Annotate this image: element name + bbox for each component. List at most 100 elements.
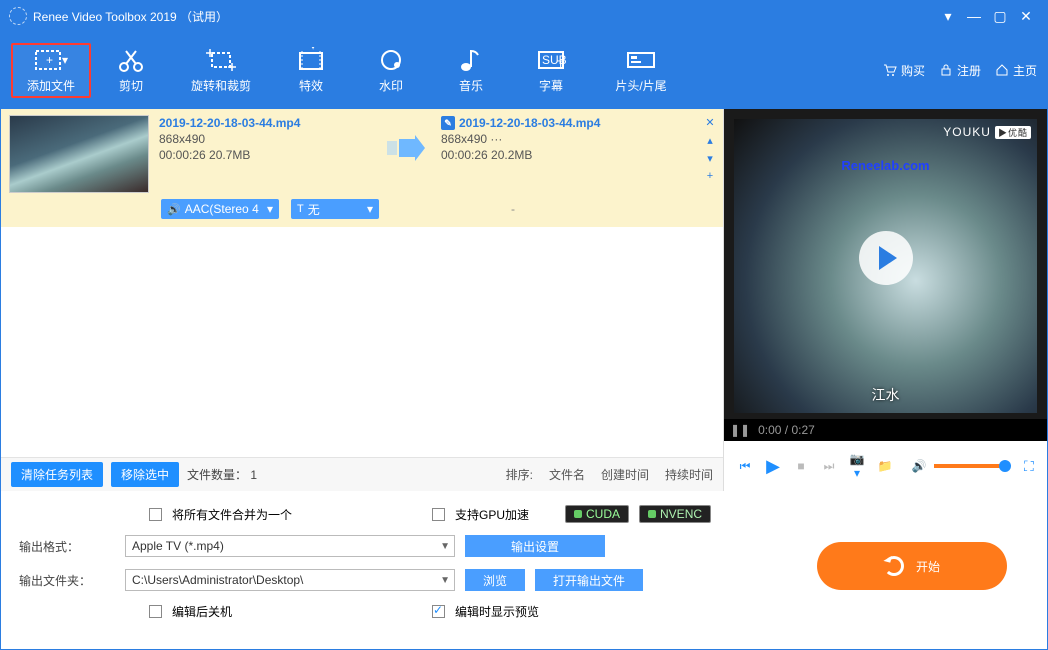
output-duration-size: 00:00:26 20.2MB <box>441 147 715 163</box>
cart-icon <box>883 63 897 77</box>
text-track-dropdown[interactable]: T 无▾ <box>291 199 379 219</box>
play-button[interactable]: ▶ <box>764 456 782 477</box>
source-file-info: 2019-12-20-18-03-44.mp4 868x490 00:00:26… <box>159 115 369 163</box>
close-button[interactable]: ✕ <box>1013 8 1039 25</box>
output-folder-input[interactable]: C:\Users\Administrator\Desktop\▼ <box>125 569 455 591</box>
effect-label: 特效 <box>299 77 323 94</box>
app-title: Renee Video Toolbox 2019 （试用） <box>33 8 228 25</box>
snapshot-button[interactable]: 📷▾ <box>848 452 866 480</box>
watermark-icon <box>374 47 408 73</box>
next-button[interactable]: ⏭ <box>820 459 838 474</box>
preview-logo-text: Reneelab.com <box>841 158 929 173</box>
maximize-button[interactable]: ▢ <box>987 8 1013 25</box>
watermark-button[interactable]: 水印 <box>351 47 431 94</box>
lock-icon <box>939 63 953 77</box>
preview-pause-icon: ❚❚ <box>730 423 750 437</box>
preview-controls: ⏮ ▶ ■ ⏭ 📷▾ 📁 🔊 ⛶ <box>724 441 1047 491</box>
merge-checkbox[interactable] <box>149 508 162 521</box>
video-preview[interactable]: YOUKU▶优酷 Reneelab.com 江水 ❚❚ 0:00 / 0:27 <box>724 109 1047 441</box>
sort-label: 排序: <box>506 466 533 483</box>
buy-link[interactable]: 购买 <box>883 62 925 79</box>
remove-selected-button[interactable]: 移除选中 <box>111 462 179 487</box>
volume-icon[interactable]: 🔊 <box>910 459 928 473</box>
audio-codec-dropdown[interactable]: 🔊 AAC(Stereo 4▾ <box>161 199 279 219</box>
rotate-crop-button[interactable]: 旋转和裁剪 <box>171 47 271 94</box>
output-resolution: 868x490 ··· <box>441 131 715 147</box>
merge-label: 将所有文件合并为一个 <box>172 506 422 523</box>
shutdown-checkbox[interactable] <box>149 605 162 618</box>
stop-button[interactable]: ■ <box>792 459 810 473</box>
row-up-button[interactable]: ▴ <box>703 133 717 147</box>
video-thumbnail <box>9 115 149 193</box>
file-tags-row: 🔊 AAC(Stereo 4▾ T 无▾ - <box>1 199 723 227</box>
home-link[interactable]: 主页 <box>995 62 1037 79</box>
output-format-label: 输出格式： <box>19 538 115 555</box>
head-tail-icon <box>624 47 658 73</box>
output-format-dropdown[interactable]: Apple TV (*.mp4)▼ <box>125 535 455 557</box>
refresh-icon <box>884 556 904 576</box>
output-file-info: ✎2019-12-20-18-03-44.mp4 868x490 ··· 00:… <box>441 115 715 163</box>
start-button[interactable]: 开始 <box>817 542 1007 590</box>
list-status-bar: 清除任务列表 移除选中 文件数量： 1 排序: 文件名 创建时间 持续时间 <box>1 457 723 491</box>
cut-button[interactable]: 剪切 <box>91 47 171 94</box>
svg-text:+: + <box>46 53 53 67</box>
row-remove-button[interactable]: ✕ <box>703 115 717 129</box>
file-row[interactable]: 2019-12-20-18-03-44.mp4 868x490 00:00:26… <box>1 109 723 199</box>
gpu-label: 支持GPU加速 <box>455 506 555 523</box>
output-format-value: Apple TV (*.mp4) <box>132 539 224 553</box>
gpu-checkbox[interactable] <box>432 508 445 521</box>
crop-icon <box>204 47 238 73</box>
row-add-button[interactable]: + <box>703 169 717 183</box>
preview-progress-bar[interactable]: ❚❚ 0:00 / 0:27 <box>724 419 1047 441</box>
show-preview-checkbox[interactable] <box>432 605 445 618</box>
buy-label: 购买 <box>901 62 925 79</box>
home-icon <box>995 63 1009 77</box>
cut-label: 剪切 <box>119 77 143 94</box>
youku-watermark: YOUKU▶优酷 <box>943 125 1031 139</box>
svg-text:▾: ▾ <box>62 53 68 67</box>
subtitle-button[interactable]: SUBT 字幕 <box>511 47 591 94</box>
dropdown-icon[interactable]: ▾ <box>935 8 961 25</box>
prev-button[interactable]: ⏮ <box>736 459 754 474</box>
browse-button[interactable]: 浏览 <box>465 569 525 591</box>
watermark-label: 水印 <box>379 77 403 94</box>
effect-icon: ✦ <box>294 47 328 73</box>
preview-subtitle: 江水 <box>872 385 900 405</box>
subtitle-icon: SUBT <box>534 47 568 73</box>
minimize-button[interactable]: — <box>961 8 987 24</box>
fullscreen-button[interactable]: ⛶ <box>1024 458 1034 475</box>
head-tail-label: 片头/片尾 <box>615 77 666 94</box>
open-output-folder-button[interactable]: 打开输出文件 <box>535 569 643 591</box>
output-settings-button[interactable]: 输出设置 <box>465 535 605 557</box>
clear-tasks-button[interactable]: 清除任务列表 <box>11 462 103 487</box>
edit-icon[interactable]: ✎ <box>441 116 455 130</box>
cuda-badge: CUDA <box>565 505 629 523</box>
dash-placeholder: - <box>511 202 515 216</box>
file-count-label: 文件数量： 1 <box>187 466 257 483</box>
sort-by-created[interactable]: 创建时间 <box>601 466 649 483</box>
start-label: 开始 <box>916 558 940 575</box>
add-file-icon: +▾ <box>34 47 68 73</box>
head-tail-button[interactable]: 片头/片尾 <box>591 47 691 94</box>
svg-text:✦: ✦ <box>308 47 318 53</box>
chevron-down-icon: ▼ <box>440 575 450 586</box>
add-file-button[interactable]: +▾ 添加文件 <box>11 43 91 98</box>
arrow-icon <box>385 135 425 161</box>
sort-by-duration[interactable]: 持续时间 <box>665 466 713 483</box>
main-toolbar: +▾ 添加文件 剪切 旋转和裁剪 ✦ 特效 水印 音乐 SUBT 字幕 片头/片… <box>1 31 1047 109</box>
volume-slider[interactable] <box>934 464 1006 468</box>
play-overlay-button[interactable] <box>859 231 913 285</box>
file-list-panel: 2019-12-20-18-03-44.mp4 868x490 00:00:26… <box>1 109 724 491</box>
effect-button[interactable]: ✦ 特效 <box>271 47 351 94</box>
scissors-icon <box>114 47 148 73</box>
music-button[interactable]: 音乐 <box>431 47 511 94</box>
title-bar: Renee Video Toolbox 2019 （试用） ▾ — ▢ ✕ <box>1 1 1047 31</box>
subtitle-label: 字幕 <box>539 77 563 94</box>
row-down-button[interactable]: ▾ <box>703 151 717 165</box>
sort-by-name[interactable]: 文件名 <box>549 466 585 483</box>
rotate-crop-label: 旋转和裁剪 <box>191 77 251 94</box>
audio-codec-label: AAC(Stereo 4 <box>185 202 259 216</box>
show-preview-label: 编辑时显示预览 <box>455 603 539 620</box>
open-folder-button[interactable]: 📁 <box>876 459 894 473</box>
register-link[interactable]: 注册 <box>939 62 981 79</box>
